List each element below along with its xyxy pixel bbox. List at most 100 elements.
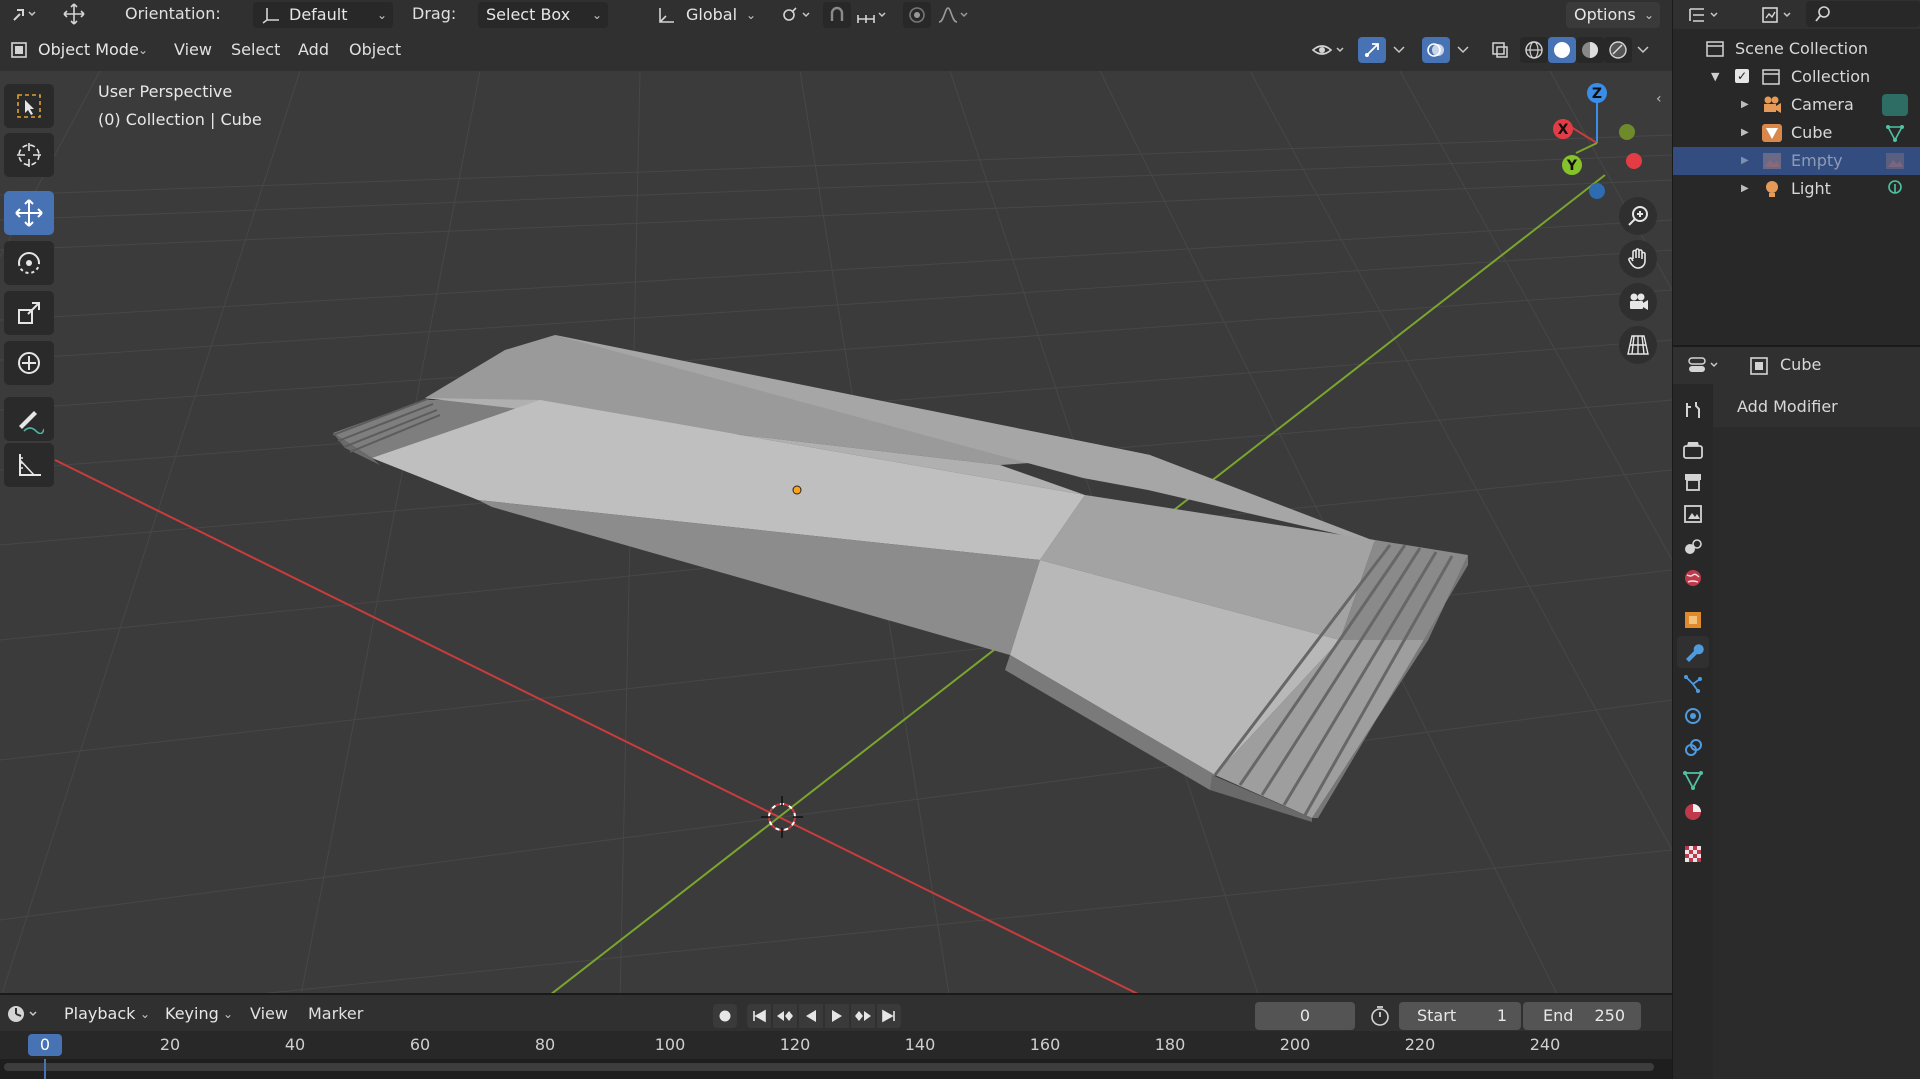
expand-arrow-icon[interactable]: ▶ — [1741, 119, 1749, 147]
playback-label: Playback — [64, 1004, 136, 1023]
gizmo-dropdown-icon[interactable] — [1388, 37, 1410, 63]
outliner-item-cube[interactable]: ▶ Cube — [1673, 119, 1920, 147]
tool-annotate[interactable] — [4, 397, 54, 441]
jump-start-button[interactable] — [747, 1004, 771, 1028]
add-modifier-button[interactable]: Add Modifier — [1725, 393, 1920, 421]
pan-button[interactable] — [1619, 240, 1657, 278]
preview-range-icon[interactable] — [1366, 1003, 1394, 1029]
tab-scene[interactable] — [1677, 530, 1709, 562]
tab-view-layer[interactable] — [1677, 498, 1709, 530]
timeline-body[interactable] — [0, 1059, 1672, 1079]
display-mode-icon[interactable] — [1758, 2, 1798, 28]
record-button[interactable] — [713, 1004, 737, 1028]
timeline-view-menu[interactable]: View — [250, 1001, 288, 1027]
shading-material-icon[interactable] — [1576, 37, 1604, 63]
menu-object[interactable]: Object — [349, 37, 401, 63]
snap-target-icon[interactable] — [852, 2, 892, 28]
prev-keyframe-button[interactable] — [773, 1004, 797, 1028]
start-frame-field[interactable]: Start 1 — [1399, 1002, 1521, 1030]
navigation-gizmo[interactable]: Z X Y — [1540, 83, 1660, 203]
menu-view[interactable]: View — [174, 37, 212, 63]
tab-material[interactable] — [1677, 796, 1709, 828]
scene-collection-label: Scene Collection — [1735, 39, 1869, 58]
tool-rotate[interactable] — [4, 241, 54, 285]
orientation-dropdown[interactable]: Default ⌄ — [253, 2, 393, 28]
shading-solid-icon[interactable] — [1548, 37, 1576, 63]
tool-move[interactable] — [4, 191, 54, 235]
timeline-scrollbar[interactable] — [4, 1063, 1654, 1071]
drag-dropdown[interactable]: Select Box ⌄ — [478, 2, 608, 28]
hand-icon — [1628, 248, 1646, 269]
transform-orientation-dropdown[interactable]: Global ⌄ — [650, 2, 762, 28]
falloff-curve-icon[interactable] — [934, 2, 974, 28]
options-dropdown[interactable]: Options ⌄ — [1566, 2, 1660, 28]
transform-pivot-icon[interactable] — [60, 1, 88, 27]
tab-world[interactable] — [1677, 562, 1709, 594]
shading-dropdown-icon[interactable] — [1632, 37, 1654, 63]
gizmo-toggle-icon[interactable] — [1358, 37, 1386, 63]
image-data-icon[interactable] — [1884, 151, 1906, 171]
outliner-search-input[interactable] — [1806, 1, 1920, 27]
3d-viewport[interactable]: User Perspective (0) Collection | Cube Z… — [0, 71, 1672, 993]
tool-transform[interactable] — [4, 341, 54, 385]
mode-dropdown[interactable]: Object Mode ⌄ — [4, 37, 154, 63]
overlays-dropdown-icon[interactable] — [1452, 37, 1474, 63]
current-frame-field[interactable]: 0 — [1255, 1002, 1355, 1030]
tool-scale[interactable] — [4, 291, 54, 335]
tool-measure[interactable] — [4, 443, 54, 487]
proportional-editing-icon[interactable] — [903, 2, 931, 28]
playhead-frame[interactable]: 0 — [28, 1034, 62, 1056]
timeline-editor-icon[interactable] — [4, 1001, 44, 1027]
tab-modifier[interactable] — [1677, 636, 1709, 668]
properties-editor-icon[interactable] — [1685, 352, 1725, 378]
xray-toggle-icon[interactable] — [1486, 37, 1514, 63]
frame-ruler[interactable]: 0 20 40 60 80 100 120 140 160 180 200 22… — [0, 1031, 1672, 1059]
outliner-scene-collection[interactable]: Scene Collection — [1673, 35, 1920, 63]
playback-menu[interactable]: Playback ⌄ — [56, 1001, 156, 1027]
editor-type-icon[interactable] — [6, 1, 42, 27]
collapse-arrow-icon[interactable]: ▼ — [1711, 63, 1719, 91]
sidebar-toggle-icon[interactable]: ‹ — [1656, 91, 1662, 107]
outliner-item-camera[interactable]: ▶ Camera — [1673, 91, 1920, 119]
tool-select-box[interactable] — [4, 84, 54, 128]
zoom-button[interactable] — [1619, 197, 1657, 235]
shading-wireframe-icon[interactable] — [1520, 37, 1548, 63]
outliner-collection[interactable]: ▼ ✓ Collection — [1673, 63, 1920, 91]
tab-particles[interactable] — [1677, 668, 1709, 700]
snap-toggle-icon[interactable] — [823, 2, 851, 28]
camera-data-icon[interactable] — [1882, 94, 1908, 116]
tab-data[interactable] — [1677, 764, 1709, 796]
overlays-toggle-icon[interactable] — [1422, 37, 1450, 63]
tab-physics[interactable] — [1677, 700, 1709, 732]
tool-cursor[interactable] — [4, 133, 54, 177]
tab-output[interactable] — [1677, 466, 1709, 498]
expand-arrow-icon[interactable]: ▶ — [1741, 91, 1749, 119]
menu-add[interactable]: Add — [298, 37, 329, 63]
tab-render[interactable] — [1677, 434, 1709, 466]
tab-constraints[interactable] — [1677, 732, 1709, 764]
outliner-item-light[interactable]: ▶ Light — [1673, 175, 1920, 203]
tab-texture[interactable] — [1677, 838, 1709, 870]
light-data-icon[interactable] — [1885, 179, 1905, 199]
keying-menu[interactable]: Keying ⌄ — [157, 1001, 239, 1027]
outliner-item-empty[interactable]: ▶ Empty — [1673, 147, 1920, 175]
tab-object[interactable] — [1677, 604, 1709, 636]
collection-checkbox[interactable]: ✓ — [1735, 69, 1749, 83]
next-keyframe-button[interactable] — [851, 1004, 875, 1028]
outliner-editor-icon[interactable] — [1685, 2, 1725, 28]
camera-view-button[interactable] — [1619, 283, 1657, 321]
shading-rendered-icon[interactable] — [1604, 37, 1632, 63]
play-button[interactable] — [825, 1004, 849, 1028]
expand-arrow-icon[interactable]: ▶ — [1741, 147, 1749, 175]
expand-arrow-icon[interactable]: ▶ — [1741, 175, 1749, 203]
menu-select[interactable]: Select — [231, 37, 280, 63]
timeline-marker-menu[interactable]: Marker — [308, 1001, 363, 1027]
pivot-point-icon[interactable] — [776, 2, 816, 28]
jump-end-button[interactable] — [877, 1004, 901, 1028]
tab-tool[interactable] — [1677, 394, 1709, 426]
play-reverse-button[interactable] — [799, 1004, 823, 1028]
perspective-toggle-button[interactable] — [1619, 326, 1657, 364]
mesh-data-icon[interactable] — [1885, 124, 1905, 142]
visibility-eye-icon[interactable] — [1308, 37, 1350, 63]
end-frame-field[interactable]: End 250 — [1523, 1002, 1641, 1030]
